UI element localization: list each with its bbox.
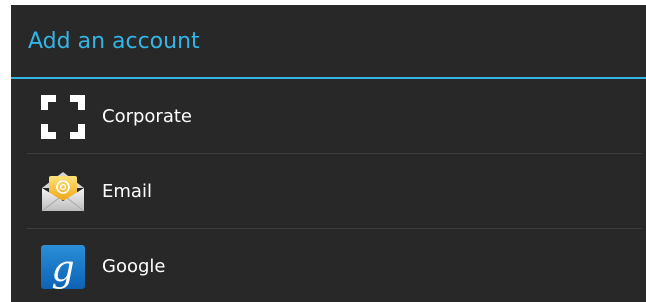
dialog-title: Add an account (28, 29, 200, 54)
email-icon (39, 168, 87, 216)
svg-text:g: g (51, 249, 74, 290)
account-item-label: Email (102, 181, 152, 202)
google-icon: g (39, 243, 87, 291)
account-item-google[interactable]: g Google (11, 229, 646, 302)
account-item-label: Corporate (102, 106, 192, 127)
dialog-title-bar: Add an account (11, 5, 646, 77)
account-item-email[interactable]: Email (11, 154, 646, 229)
account-item-label: Google (102, 256, 166, 277)
add-account-dialog: Add an account Corporate Email g Google (11, 5, 646, 302)
account-type-list: Corporate Email g Google (11, 79, 646, 302)
account-item-corporate[interactable]: Corporate (11, 79, 646, 154)
corporate-icon (39, 93, 87, 141)
